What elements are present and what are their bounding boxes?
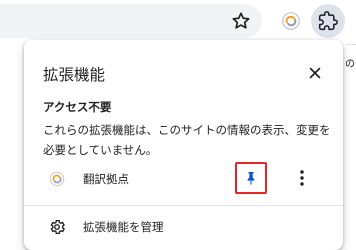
extensions-menu: 拡張機能 アクセス不要 これらの拡張機能は、このサイトの情報の表示、変更を必要と… bbox=[24, 40, 343, 250]
translation-extension-icon[interactable] bbox=[280, 10, 302, 32]
address-bar[interactable] bbox=[0, 4, 262, 38]
more-options-button[interactable] bbox=[292, 166, 312, 190]
popup-title: 拡張機能 bbox=[43, 66, 106, 84]
section-description: これらの拡張機能は、このサイトの情報の表示、変更を必要としていません。 bbox=[43, 123, 331, 157]
puzzle-piece-icon bbox=[318, 11, 338, 31]
extension-row[interactable]: 翻訳拠点 bbox=[24, 162, 343, 196]
more-vert-icon bbox=[300, 170, 304, 186]
gear-icon bbox=[48, 218, 66, 236]
manage-extensions-label[interactable]: 拡張機能を管理 bbox=[83, 219, 164, 235]
close-button[interactable] bbox=[304, 62, 326, 84]
browser-toolbar bbox=[0, 0, 356, 40]
menu-divider bbox=[24, 205, 343, 206]
pin-button[interactable] bbox=[235, 162, 267, 194]
manage-extensions-item[interactable]: 拡張機能を管理 bbox=[24, 212, 343, 242]
star-icon[interactable] bbox=[230, 10, 252, 32]
extensions-button[interactable] bbox=[311, 4, 345, 38]
pin-icon bbox=[247, 172, 255, 185]
section-heading: アクセス不要 bbox=[43, 100, 112, 114]
close-icon bbox=[309, 67, 321, 79]
extension-name[interactable]: 翻訳拠点 bbox=[83, 171, 129, 187]
page-divider bbox=[346, 44, 356, 45]
page-content-peek: のア bbox=[345, 59, 356, 70]
translation-extension-icon bbox=[48, 170, 66, 188]
